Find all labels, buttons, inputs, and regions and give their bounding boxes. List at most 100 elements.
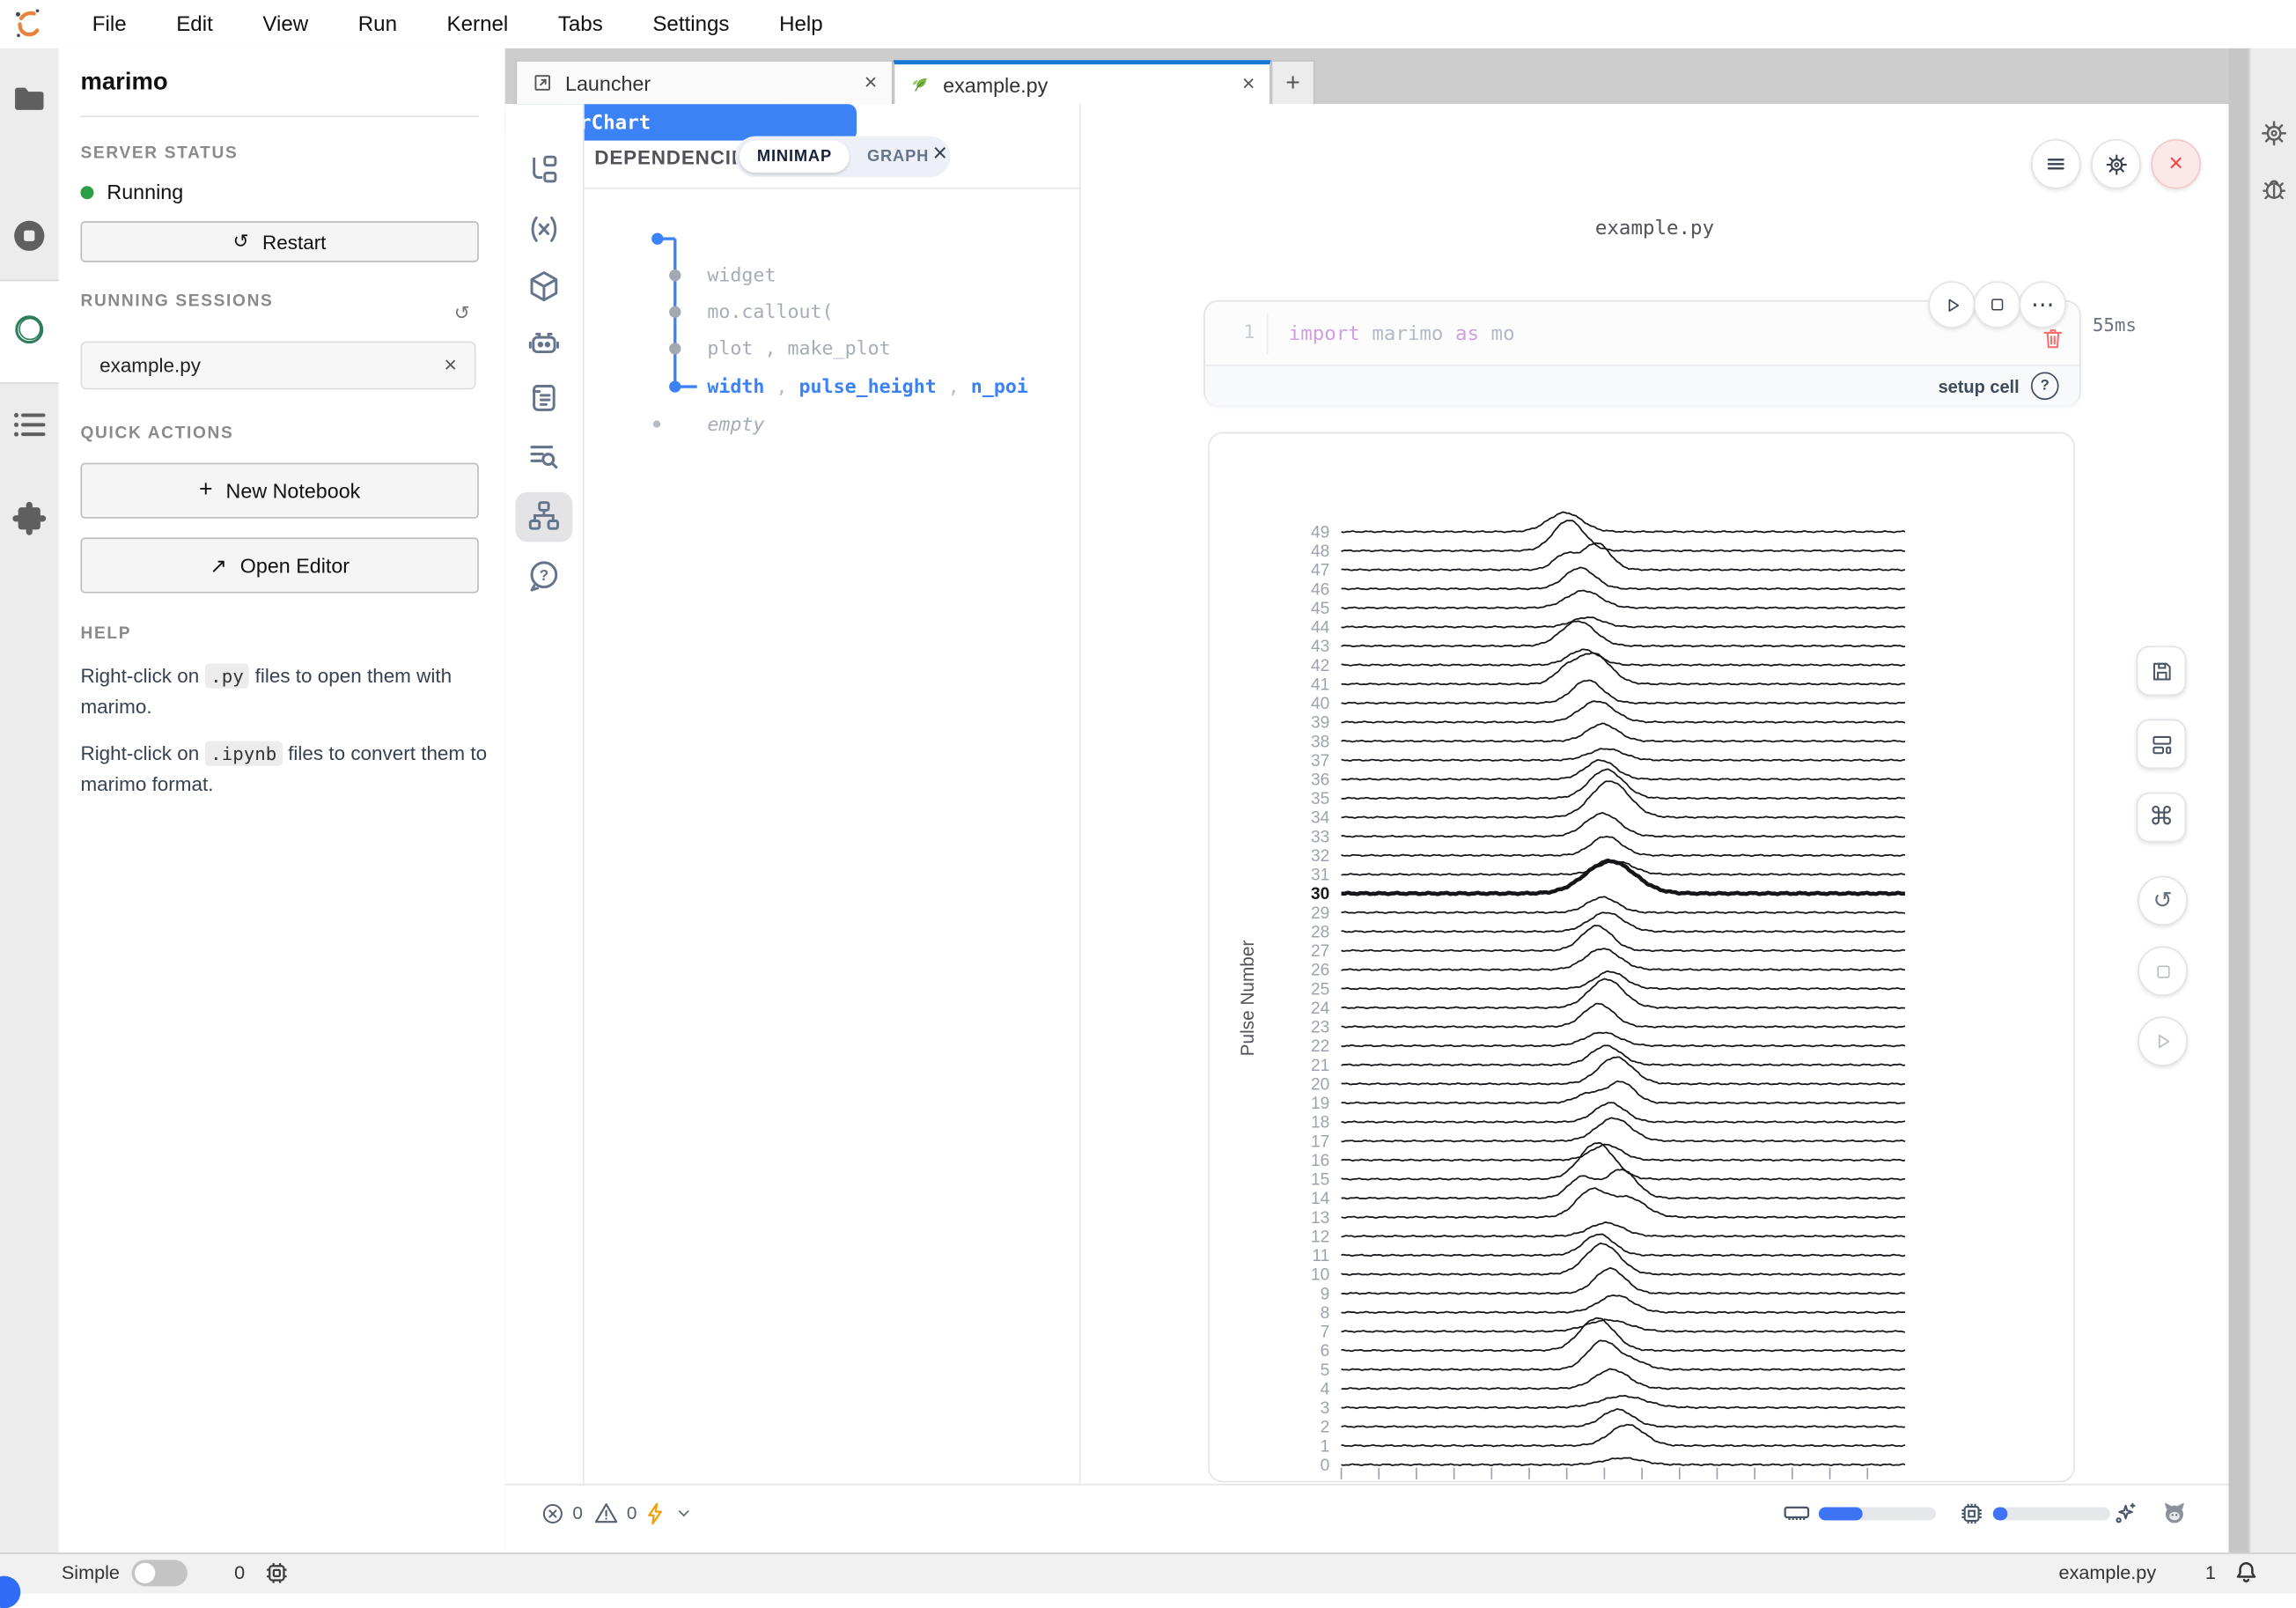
tab-bar: Launcher × example.py × + bbox=[505, 48, 2229, 104]
packages-cube-icon[interactable] bbox=[526, 268, 563, 305]
tree-item-widget[interactable]: widget bbox=[707, 265, 776, 287]
close-tab-icon[interactable]: × bbox=[1242, 72, 1255, 97]
warnings-indicator[interactable]: 0 bbox=[593, 1486, 637, 1541]
file-tree-icon[interactable] bbox=[526, 152, 563, 189]
errors-indicator[interactable]: 0 bbox=[541, 1486, 583, 1541]
external-link-icon: ↗ bbox=[210, 553, 227, 578]
run-all-button[interactable] bbox=[2138, 1016, 2188, 1066]
tree-node-dot bbox=[669, 343, 681, 354]
gear-icon bbox=[2103, 151, 2128, 176]
delete-cell-icon[interactable] bbox=[2040, 325, 2066, 351]
svg-text:4: 4 bbox=[1321, 1380, 1330, 1398]
ipynb-extension-chip: .ipynb bbox=[205, 741, 283, 766]
toggle-minimap[interactable]: MINIMAP bbox=[740, 141, 850, 173]
ai-sparkle-button[interactable] bbox=[2110, 1486, 2138, 1541]
command-palette-button[interactable]: ⌘ bbox=[2137, 793, 2187, 843]
tree-item-params[interactable]: width , pulse_height , n_poi bbox=[707, 376, 1028, 398]
interrupt-button[interactable] bbox=[2138, 946, 2188, 996]
stop-cell-button[interactable] bbox=[1974, 281, 2020, 328]
svg-text:?: ? bbox=[540, 566, 549, 584]
extensions-icon[interactable] bbox=[11, 499, 48, 537]
svg-text:14: 14 bbox=[1311, 1190, 1330, 1208]
outline-search-icon[interactable] bbox=[526, 438, 563, 475]
simple-mode-toggle[interactable] bbox=[132, 1560, 188, 1586]
menu-view[interactable]: View bbox=[238, 12, 333, 36]
simple-mode-label: Simple bbox=[62, 1561, 120, 1583]
notebook-settings-button[interactable] bbox=[2091, 139, 2141, 189]
logs-scroll-icon[interactable] bbox=[526, 380, 563, 417]
menu-file[interactable]: File bbox=[68, 12, 151, 36]
settings-gear-icon[interactable] bbox=[2259, 119, 2288, 148]
menu-kernel[interactable]: Kernel bbox=[422, 12, 533, 36]
svg-text:40: 40 bbox=[1408, 1478, 1425, 1481]
restart-button[interactable]: ↻ Restart bbox=[80, 221, 478, 262]
close-panel-icon[interactable]: × bbox=[933, 139, 948, 168]
kernel-chip-icon[interactable] bbox=[263, 1560, 290, 1586]
running-kernels-icon[interactable] bbox=[11, 217, 48, 254]
shutdown-close-button[interactable]: × bbox=[2151, 139, 2201, 189]
dependencies-graph-icon[interactable] bbox=[526, 498, 563, 535]
cpu-progress-track bbox=[1993, 1507, 2110, 1520]
marimo-logo-icon bbox=[11, 6, 47, 41]
close-tab-icon[interactable]: × bbox=[865, 70, 878, 95]
help-text-ipynb: Right-click on .ipynb files to convert t… bbox=[80, 738, 487, 800]
tree-item-callout[interactable]: mo.callout( bbox=[707, 302, 833, 324]
menu-edit[interactable]: Edit bbox=[151, 12, 238, 36]
help-bubble-icon[interactable]: ? bbox=[526, 558, 563, 595]
svg-text:41: 41 bbox=[1311, 675, 1329, 694]
svg-text:10: 10 bbox=[1311, 1266, 1329, 1285]
menu-run[interactable]: Run bbox=[333, 12, 422, 36]
tab-launcher[interactable]: Launcher × bbox=[515, 60, 893, 104]
session-item[interactable]: example.py × bbox=[80, 342, 475, 390]
bell-icon[interactable] bbox=[2232, 1559, 2261, 1588]
run-cell-button[interactable] bbox=[1929, 281, 1976, 328]
tree-item-plot[interactable]: plot , make_plot bbox=[707, 338, 890, 360]
new-tab-button[interactable]: + bbox=[1271, 60, 1315, 104]
tree-node-dot bbox=[669, 380, 681, 392]
undo-button[interactable]: ↺ bbox=[2138, 876, 2188, 926]
marimo-panel-icon[interactable] bbox=[11, 311, 48, 349]
svg-text:120: 120 bbox=[1553, 1478, 1580, 1481]
hamburger-icon bbox=[2044, 152, 2068, 176]
statusbar-filename[interactable]: example.py bbox=[2059, 1561, 2157, 1583]
layout-button[interactable] bbox=[2137, 719, 2187, 770]
play-icon bbox=[1942, 295, 1961, 314]
cell-more-button[interactable]: ⋯ bbox=[2020, 281, 2066, 328]
svg-text:20: 20 bbox=[1311, 1075, 1329, 1094]
file-browser-icon[interactable] bbox=[11, 80, 48, 118]
tab-example-py[interactable]: example.py × bbox=[894, 60, 1271, 104]
variables-icon[interactable] bbox=[526, 211, 563, 248]
svg-text:34: 34 bbox=[1311, 809, 1330, 828]
svg-text:36: 36 bbox=[1311, 771, 1329, 790]
debugger-bug-icon[interactable] bbox=[2259, 174, 2288, 203]
notebook-menu-button[interactable] bbox=[2031, 139, 2081, 189]
new-notebook-button[interactable]: + New Notebook bbox=[80, 463, 478, 519]
svg-text:44: 44 bbox=[1311, 619, 1330, 638]
ai-robot-icon[interactable] bbox=[526, 325, 563, 362]
scrollbar-gutter[interactable] bbox=[2228, 48, 2248, 1553]
marimo-cat-button[interactable] bbox=[2160, 1486, 2189, 1541]
server-status-heading: SERVER STATUS bbox=[80, 145, 238, 163]
code-editor[interactable]: import marimo as mo bbox=[1289, 321, 1515, 345]
save-button[interactable] bbox=[2137, 646, 2187, 697]
layout-panels-icon bbox=[2149, 732, 2174, 756]
cpu-chip-icon bbox=[1958, 1499, 1986, 1527]
refresh-sessions-icon[interactable]: ↻ bbox=[454, 302, 470, 326]
run-mode-dropdown[interactable] bbox=[643, 1486, 693, 1541]
open-editor-button[interactable]: ↗ Open Editor bbox=[80, 537, 478, 593]
chart-output: Pulse Number0204060801001201401601802002… bbox=[1208, 432, 2075, 1483]
menu-settings[interactable]: Settings bbox=[628, 12, 754, 36]
statusbar-kernel-count[interactable]: 1 bbox=[2205, 1561, 2216, 1583]
close-session-icon[interactable]: × bbox=[444, 353, 457, 378]
table-of-contents-icon[interactable] bbox=[11, 406, 48, 444]
svg-text:29: 29 bbox=[1311, 904, 1329, 923]
divider bbox=[583, 188, 1079, 189]
menu-tabs[interactable]: Tabs bbox=[534, 12, 629, 36]
setup-help-icon[interactable]: ? bbox=[2031, 372, 2059, 400]
svg-text:11: 11 bbox=[1312, 1247, 1329, 1265]
menu-items: FileEditViewRunKernelTabsSettingsHelp bbox=[68, 12, 848, 36]
menu-help[interactable]: Help bbox=[754, 12, 848, 36]
status-bar: Simple 0 example.py 1 bbox=[0, 1553, 2296, 1594]
tree-item-empty[interactable]: empty bbox=[707, 415, 764, 437]
status-dot-icon bbox=[80, 185, 93, 198]
